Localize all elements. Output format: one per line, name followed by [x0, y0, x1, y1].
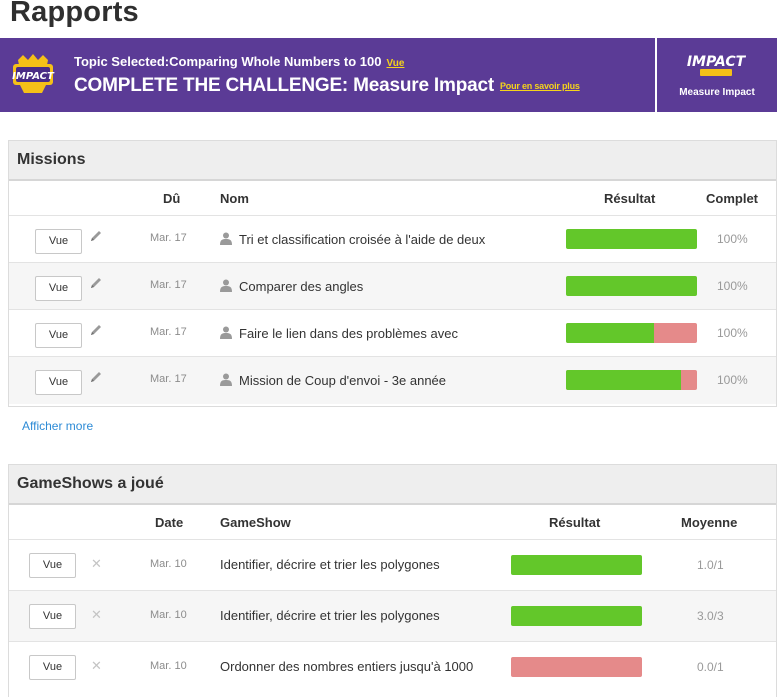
- gameshow-name[interactable]: Identifier, décrire et trier les polygon…: [220, 557, 440, 572]
- svg-text:IMPACT: IMPACT: [12, 71, 55, 82]
- result-bar-fill: [566, 323, 654, 343]
- complete-percent: 100%: [717, 373, 748, 387]
- page-title: Rapports: [10, 0, 139, 28]
- x-icon[interactable]: ✕: [91, 607, 102, 623]
- person-icon: [220, 373, 232, 386]
- average-score: 0.0/1: [697, 660, 724, 674]
- view-button[interactable]: Vue: [35, 370, 82, 395]
- measure-impact-button[interactable]: IMPACT Measure Impact: [657, 38, 777, 112]
- average-score: 3.0/3: [697, 609, 724, 623]
- table-row: Vue Mar. 17 Comparer des angles 100%: [9, 263, 776, 310]
- due-date: Mar. 17: [150, 326, 187, 338]
- col-date: Date: [155, 515, 184, 530]
- complete-percent: 100%: [717, 326, 748, 340]
- learn-more-link[interactable]: Pour en savoir plus: [500, 81, 580, 91]
- challenge-heading: COMPLETE THE CHALLENGE: Measure Impact Po…: [74, 75, 580, 96]
- table-row: Vue ✕ Mar. 10 Identifier, décrire et trier …: [9, 540, 776, 591]
- impact-logo-icon: IMPACT: [687, 54, 746, 76]
- result-bar: [566, 370, 697, 390]
- col-name: Nom: [220, 191, 249, 206]
- pencil-icon[interactable]: [89, 370, 103, 384]
- person-icon: [220, 279, 232, 292]
- gameshow-name[interactable]: Ordonner des nombres entiers jusqu'à 100…: [220, 659, 473, 674]
- view-button[interactable]: Vue: [29, 655, 76, 680]
- x-icon[interactable]: ✕: [91, 556, 102, 572]
- gameshows-list: Vue ✕ Mar. 10 Identifier, décrire et trier …: [9, 540, 776, 693]
- col-due: Dû: [163, 191, 181, 206]
- mission-name[interactable]: Mission de Coup d'envoi - 3e année: [239, 373, 446, 388]
- mission-name[interactable]: Comparer des angles: [239, 279, 363, 294]
- missions-list: Vue Mar. 17 Tri et classification croisée …: [9, 216, 776, 404]
- gameshows-card: GameShows a joué Date GameShow Résultat …: [8, 464, 777, 697]
- missions-title: Missions: [9, 141, 776, 181]
- due-date: Mar. 17: [150, 232, 187, 244]
- result-bar: [566, 229, 697, 249]
- svg-text:IMPACT: IMPACT: [687, 54, 746, 70]
- mission-name[interactable]: Faire le lien dans des problèmes avec: [239, 326, 458, 341]
- played-date: Mar. 10: [150, 609, 187, 621]
- pencil-icon[interactable]: [89, 323, 103, 337]
- result-bar-fill: [566, 370, 682, 390]
- missions-card: Missions Dû Nom Résultat Complet Vue Mar.…: [8, 140, 777, 407]
- played-date: Mar. 10: [150, 660, 187, 672]
- result-bar: [511, 657, 642, 677]
- table-row: Vue ✕ Mar. 10 Identifier, décrire et trier …: [9, 591, 776, 642]
- table-row: Vue ✕ Mar. 10 Ordonner des nombres entiers …: [9, 642, 776, 693]
- gameshows-title: GameShows a joué: [9, 465, 776, 505]
- view-button[interactable]: Vue: [35, 229, 82, 254]
- impact-banner: IMPACT Topic Selected:Comparing Whole Nu…: [0, 38, 777, 112]
- missions-header-row: Dû Nom Résultat Complet: [9, 181, 776, 216]
- col-result: Résultat: [604, 191, 656, 206]
- col-complete: Complet: [706, 191, 758, 206]
- mission-name[interactable]: Tri et classification croisée à l'aide d…: [239, 232, 485, 247]
- average-score: 1.0/1: [697, 558, 724, 572]
- due-date: Mar. 17: [150, 373, 187, 385]
- person-icon: [220, 326, 232, 339]
- result-bar: [566, 276, 697, 296]
- complete-percent: 100%: [717, 279, 748, 293]
- gameshow-name[interactable]: Identifier, décrire et trier les polygon…: [220, 608, 440, 623]
- view-button[interactable]: Vue: [29, 553, 76, 578]
- impact-badge-icon: IMPACT: [12, 54, 55, 93]
- result-bar: [511, 606, 642, 626]
- show-more-link[interactable]: Afficher more: [22, 419, 93, 433]
- gameshows-header-row: Date GameShow Résultat Moyenne: [9, 505, 776, 540]
- due-date: Mar. 17: [150, 279, 187, 291]
- topic-view-link[interactable]: Vue: [386, 58, 404, 69]
- result-bar-fill: [566, 276, 697, 296]
- result-bar-fill: [511, 606, 642, 626]
- table-row: Vue Mar. 17 Tri et classification croisée …: [9, 216, 776, 263]
- result-bar: [511, 555, 642, 575]
- view-button[interactable]: Vue: [35, 276, 82, 301]
- table-row: Vue Mar. 17 Mission de Coup d'envoi - 3e a…: [9, 357, 776, 404]
- col-gameshow: GameShow: [220, 515, 291, 530]
- played-date: Mar. 10: [150, 558, 187, 570]
- x-icon[interactable]: ✕: [91, 658, 102, 674]
- pencil-icon[interactable]: [89, 276, 103, 290]
- col-result: Résultat: [549, 515, 601, 530]
- col-average: Moyenne: [681, 515, 738, 530]
- view-button[interactable]: Vue: [35, 323, 82, 348]
- table-row: Vue Mar. 17 Faire le lien dans des problèm…: [9, 310, 776, 357]
- result-bar-fill: [566, 229, 697, 249]
- view-button[interactable]: Vue: [29, 604, 76, 629]
- pencil-icon[interactable]: [89, 229, 103, 243]
- result-bar: [566, 323, 697, 343]
- result-bar-fill: [511, 555, 642, 575]
- person-icon: [220, 232, 232, 245]
- complete-percent: 100%: [717, 232, 748, 246]
- topic-selected: Topic Selected:Comparing Whole Numbers t…: [74, 54, 405, 69]
